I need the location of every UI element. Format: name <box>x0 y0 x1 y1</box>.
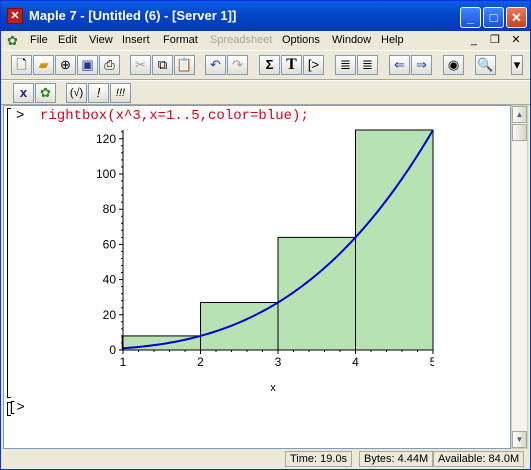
x-tick-label: 3 <box>275 355 282 369</box>
text-T-icon[interactable]: T <box>281 55 302 75</box>
stop-icon[interactable]: ◉ <box>443 55 464 75</box>
maple-command[interactable]: rightbox(x^3,x=1..5,color=blue); <box>40 108 309 124</box>
vertical-scrollbar[interactable]: ▲ ▼ <box>511 105 528 449</box>
menu-spreadsheet[interactable]: Spreadsheet <box>210 34 272 46</box>
scroll-up-icon[interactable]: ▲ <box>512 106 527 123</box>
x-axis-label: x <box>270 382 276 394</box>
copy-icon[interactable]: ⧉ <box>152 55 173 75</box>
doc-restore-icon[interactable]: ❐ <box>487 33 503 47</box>
save-icon[interactable]: ▣ <box>77 55 98 75</box>
y-tick-label: 60 <box>103 237 117 251</box>
window-title: Maple 7 - [Untitled (6) - [Server 1]] <box>29 8 237 23</box>
minimize-button[interactable]: _ <box>460 7 481 28</box>
menu-edit[interactable]: Edit <box>58 34 77 46</box>
y-tick-label: 120 <box>96 132 116 146</box>
status-bar: Time: 19.0s Bytes: 4.44M Available: 84.0… <box>1 449 530 469</box>
x-tick-label: 5 <box>430 355 434 369</box>
y-tick-label: 20 <box>103 308 117 322</box>
open-url-icon[interactable]: ⊕ <box>55 55 76 75</box>
document-controls: _ ❐ ✕ <box>464 33 524 47</box>
menu-format[interactable]: Format <box>163 34 198 46</box>
execution-group-bracket[interactable] <box>7 108 11 398</box>
menu-bar: ✿ File Edit View Insert Format Spreadshe… <box>1 31 530 50</box>
maximize-button[interactable]: □ <box>483 7 504 28</box>
outdent-icon[interactable]: ≣ <box>335 55 356 75</box>
y-tick-label: 0 <box>109 343 116 357</box>
new-document-icon[interactable]: 🗋 <box>11 55 32 75</box>
y-tick-label: 100 <box>96 167 116 181</box>
maple-window: ✕ Maple 7 - [Untitled (6) - [Server 1]] … <box>0 0 531 470</box>
x-tick-label: 1 <box>120 355 127 369</box>
forward-arrow-icon[interactable]: ⇒ <box>411 55 432 75</box>
open-folder-icon[interactable]: ▰ <box>33 55 54 75</box>
scroll-thumb[interactable] <box>512 124 527 141</box>
scroll-down-icon[interactable]: ▼ <box>512 431 527 448</box>
execution-group-icon[interactable]: [> <box>303 55 324 75</box>
riemann-box-3 <box>277 236 356 351</box>
zoom-icon[interactable]: 🔍 <box>475 55 496 75</box>
title-bar[interactable]: ✕ Maple 7 - [Untitled (6) - [Server 1]] … <box>1 1 530 31</box>
x-tick-label: 4 <box>352 355 359 369</box>
menu-view[interactable]: View <box>89 34 113 46</box>
print-icon[interactable]: ⎙ <box>99 55 120 75</box>
next-prompt[interactable]: [> <box>8 400 25 416</box>
menu-help[interactable]: Help <box>381 34 404 46</box>
back-arrow-icon[interactable]: ⇐ <box>389 55 410 75</box>
status-available: Available: 84.0M <box>433 451 525 467</box>
context-toolbar: x ✿ (√) ! !!! <box>1 80 530 105</box>
x-tick-label: 2 <box>197 355 204 369</box>
evaluate-icon[interactable]: (√) <box>66 83 87 103</box>
maple-leaf-icon[interactable]: ✿ <box>35 83 56 103</box>
menu-insert[interactable]: Insert <box>122 34 150 46</box>
menu-options[interactable]: Options <box>282 34 320 46</box>
sigma-icon[interactable]: Σ <box>259 55 280 75</box>
paste-icon[interactable]: 📋 <box>174 55 195 75</box>
y-tick-label: 80 <box>103 202 117 216</box>
menu-window[interactable]: Window <box>332 34 371 46</box>
toolbar-overflow-icon[interactable]: ▾ <box>511 55 523 75</box>
doc-close-icon[interactable]: ✕ <box>508 33 524 47</box>
doc-minimize-icon[interactable]: _ <box>466 33 482 47</box>
y-tick-label: 40 <box>103 273 117 287</box>
redo-icon[interactable]: ↷ <box>227 55 248 75</box>
undo-icon[interactable]: ↶ <box>205 55 226 75</box>
document-maple-icon[interactable]: ✿ <box>7 33 18 49</box>
status-bytes: Bytes: 4.44M <box>359 451 434 467</box>
main-toolbar: 🗋 ▰ ⊕ ▣ ⎙ ✂ ⧉ 📋 ↶ ↷ Σ T [> ≣ ≣ ⇐ ⇒ ◉ 🔍 ▾ <box>1 50 530 80</box>
input-prompt: > <box>16 108 25 124</box>
execute-icon[interactable]: ! <box>88 83 109 103</box>
maple-input-icon[interactable]: x <box>13 83 34 103</box>
menu-file[interactable]: File <box>30 34 48 46</box>
indent-icon[interactable]: ≣ <box>357 55 378 75</box>
status-time: Time: 19.0s <box>285 451 353 467</box>
close-button[interactable]: ✕ <box>506 7 527 28</box>
rightbox-plot[interactable]: 1 2 3 4 5 0 20 40 60 80 100 120 x <box>94 128 434 398</box>
maple-leaf-icon[interactable]: ✕ <box>7 8 23 24</box>
cut-icon[interactable]: ✂ <box>130 55 151 75</box>
riemann-boxes <box>121 129 434 351</box>
worksheet[interactable]: > rightbox(x^3,x=1..5,color=blue); 1 2 3 4 5… <box>3 105 511 449</box>
execute-all-icon[interactable]: !!! <box>110 83 131 103</box>
riemann-box-4 <box>355 129 434 351</box>
